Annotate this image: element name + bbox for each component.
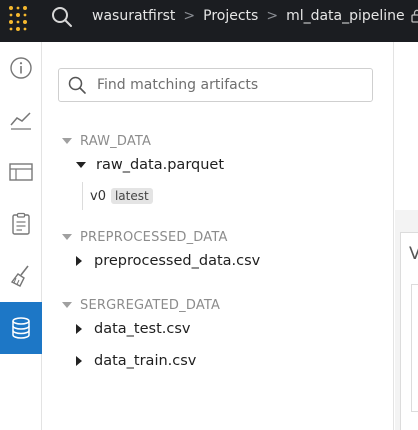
artifact-item-data-train-csv[interactable]: data_train.csv — [76, 350, 196, 372]
nav-artifacts[interactable] — [0, 302, 42, 354]
nav-reports[interactable] — [0, 198, 42, 250]
left-nav-rail — [0, 42, 42, 430]
artifact-name: data_train.csv — [94, 353, 197, 369]
caret-right-icon — [76, 324, 82, 334]
artifact-item-data-test-csv[interactable]: data_test.csv — [76, 318, 190, 340]
alias-badge: latest — [110, 188, 153, 204]
detail-heading-fragment: V — [409, 244, 418, 264]
artifacts-sidebar-panel: RAW_DATA raw_data.parquet v0 latest PREP… — [42, 42, 394, 430]
caret-right-icon — [76, 356, 82, 366]
table-icon — [9, 163, 33, 181]
info-icon — [10, 57, 32, 79]
line-chart-icon — [10, 112, 31, 130]
chevron-down-icon — [62, 138, 72, 144]
artifact-version-row[interactable]: v0 latest — [82, 182, 153, 210]
chevron-down-icon — [62, 302, 72, 308]
wandb-logo-icon[interactable] — [2, 3, 32, 33]
group-label: SERGREGATED_DATA — [80, 297, 221, 313]
artifact-group-sergregated-data[interactable]: SERGREGATED_DATA — [62, 296, 220, 314]
breadcrumb: wasuratfirst > Projects > ml_data_pipeli… — [92, 6, 418, 26]
chevron-down-icon — [62, 234, 72, 240]
artifact-search-box — [58, 68, 373, 102]
artifact-name: raw_data.parquet — [96, 157, 225, 173]
caret-right-icon — [76, 256, 82, 266]
version-label: v0 — [90, 188, 106, 204]
breadcrumb-user[interactable]: wasuratfirst — [92, 8, 175, 24]
artifact-item-preprocessed-data-csv[interactable]: preprocessed_data.csv — [76, 250, 260, 272]
group-label: RAW_DATA — [80, 133, 152, 149]
nav-overview[interactable] — [0, 42, 42, 94]
detail-inner-box — [411, 284, 418, 412]
artifact-name: data_test.csv — [94, 321, 191, 337]
breadcrumb-separator: > — [266, 8, 279, 24]
artifact-group-preprocessed-data[interactable]: PREPROCESSED_DATA — [62, 228, 228, 246]
clipboard-icon — [12, 212, 30, 235]
nav-runs-table[interactable] — [0, 146, 42, 198]
database-icon — [12, 317, 30, 339]
search-icon[interactable] — [49, 4, 75, 30]
artifact-name: preprocessed_data.csv — [94, 253, 261, 269]
unlock-icon — [411, 9, 418, 23]
artifact-group-raw-data[interactable]: RAW_DATA — [62, 132, 151, 150]
broom-icon — [10, 265, 29, 287]
breadcrumb-separator: > — [183, 8, 196, 24]
search-icon — [68, 76, 86, 94]
group-label: PREPROCESSED_DATA — [80, 229, 228, 245]
top-bar: wasuratfirst > Projects > ml_data_pipeli… — [0, 0, 418, 42]
nav-charts[interactable] — [0, 94, 42, 146]
artifact-search-input[interactable] — [97, 77, 357, 93]
breadcrumb-projects[interactable]: Projects — [203, 8, 258, 24]
artifact-item-raw-data-parquet[interactable]: raw_data.parquet — [76, 154, 224, 176]
nav-sweeps[interactable] — [0, 250, 42, 302]
caret-down-icon — [76, 162, 86, 168]
breadcrumb-project[interactable]: ml_data_pipeline — [286, 8, 405, 24]
